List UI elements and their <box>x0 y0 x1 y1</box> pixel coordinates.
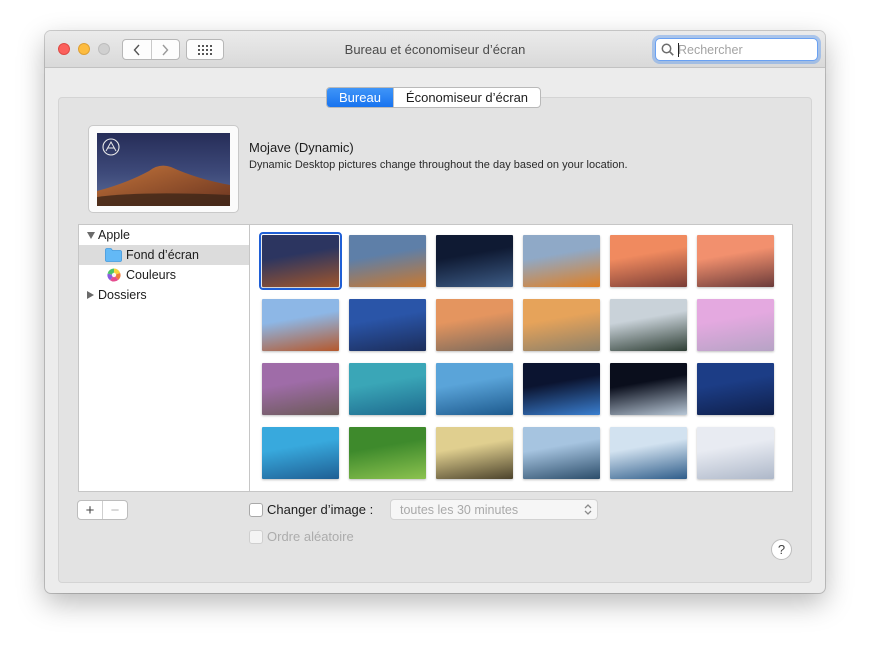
wallpaper-thumbnail[interactable] <box>436 363 513 415</box>
folder-icon <box>105 248 122 262</box>
disclosure-closed-icon[interactable] <box>87 291 94 299</box>
wallpaper-grid <box>249 224 793 492</box>
wallpaper-thumbnail[interactable] <box>523 427 600 479</box>
tree-label-folders: Dossiers <box>98 288 147 302</box>
wallpaper-thumbnail[interactable] <box>436 299 513 351</box>
wallpaper-thumbnail[interactable] <box>262 363 339 415</box>
wallpaper-thumbnail[interactable] <box>349 427 426 479</box>
wallpaper-thumbnail[interactable] <box>349 235 426 287</box>
popup-arrows-icon <box>584 504 592 515</box>
search-field[interactable] <box>655 38 818 61</box>
tree-item-colors[interactable]: Couleurs <box>79 265 249 285</box>
preferences-window: Bureau et économiseur d’écran Bureau Éco… <box>45 31 825 593</box>
wallpaper-thumbnail[interactable] <box>523 235 600 287</box>
random-order-label: Ordre aléatoire <box>267 529 354 544</box>
remove-folder-button[interactable]: − <box>102 501 127 519</box>
wallpaper-thumbnail[interactable] <box>262 299 339 351</box>
forward-button[interactable] <box>150 40 180 59</box>
preview-title: Mojave (Dynamic) <box>249 140 354 155</box>
window-title: Bureau et économiseur d’écran <box>344 42 526 57</box>
tree-label-wallpaper: Fond d’écran <box>126 248 199 262</box>
random-order-checkbox[interactable] <box>249 530 263 544</box>
desktop-preview <box>88 125 239 213</box>
tree-label-apple: Apple <box>98 228 130 242</box>
tree-item-wallpaper[interactable]: Fond d’écran <box>79 245 249 265</box>
wallpaper-thumbnail[interactable] <box>610 363 687 415</box>
wallpaper-thumbnail[interactable] <box>697 427 774 479</box>
search-icon <box>661 43 674 56</box>
wallpaper-thumbnail[interactable] <box>610 299 687 351</box>
tree-item-apple[interactable]: Apple <box>79 225 249 245</box>
add-remove-group: + − <box>77 500 128 520</box>
source-list: Apple Fond d’écran Couleurs Dossiers <box>78 224 250 492</box>
interval-value: toutes les 30 minutes <box>400 503 519 517</box>
zoom-button[interactable] <box>98 43 110 55</box>
back-forward-group <box>122 39 180 60</box>
chevron-left-icon <box>133 44 140 55</box>
show-all-button[interactable] <box>186 39 224 60</box>
wallpaper-thumbnail[interactable] <box>262 427 339 479</box>
tree-item-folders[interactable]: Dossiers <box>79 285 249 305</box>
search-input[interactable] <box>678 41 813 58</box>
disclosure-open-icon[interactable] <box>87 232 95 239</box>
close-button[interactable] <box>58 43 70 55</box>
title-bar: Bureau et économiseur d’écran <box>45 31 825 68</box>
add-folder-button[interactable]: + <box>78 501 102 519</box>
wallpaper-thumbnail[interactable] <box>610 235 687 287</box>
wallpaper-thumbnail[interactable] <box>523 363 600 415</box>
wallpaper-thumbnail[interactable] <box>697 235 774 287</box>
change-picture-checkbox[interactable] <box>249 503 263 517</box>
text-caret <box>678 43 679 57</box>
tab-desktop[interactable]: Bureau <box>327 88 393 107</box>
wallpaper-thumbnail[interactable] <box>610 427 687 479</box>
desktop-preview-image <box>97 133 230 206</box>
tree-label-colors: Couleurs <box>126 268 177 282</box>
interval-popup[interactable]: toutes les 30 minutes <box>390 499 598 520</box>
wallpaper-thumbnail[interactable] <box>349 299 426 351</box>
preview-description: Dynamic Desktop pictures change througho… <box>249 159 628 171</box>
grid-icon <box>198 44 212 55</box>
chevron-right-icon <box>162 44 169 55</box>
help-button[interactable]: ? <box>771 539 792 560</box>
wallpaper-thumbnail[interactable] <box>436 427 513 479</box>
wallpaper-thumbnail[interactable] <box>349 363 426 415</box>
back-button[interactable] <box>123 40 151 59</box>
tab-screen-saver[interactable]: Économiseur d’écran <box>392 88 540 107</box>
wallpaper-thumbnail[interactable] <box>697 363 774 415</box>
minimize-button[interactable] <box>78 43 90 55</box>
wallpaper-thumbnail[interactable] <box>523 299 600 351</box>
wallpaper-thumbnail[interactable] <box>259 232 342 290</box>
color-wheel-icon <box>107 268 121 282</box>
change-picture-label: Changer d’image : <box>267 502 374 517</box>
wallpaper-thumbnail[interactable] <box>436 235 513 287</box>
wallpaper-thumbnail[interactable] <box>697 299 774 351</box>
tab-bar: Bureau Économiseur d’écran <box>326 87 542 108</box>
